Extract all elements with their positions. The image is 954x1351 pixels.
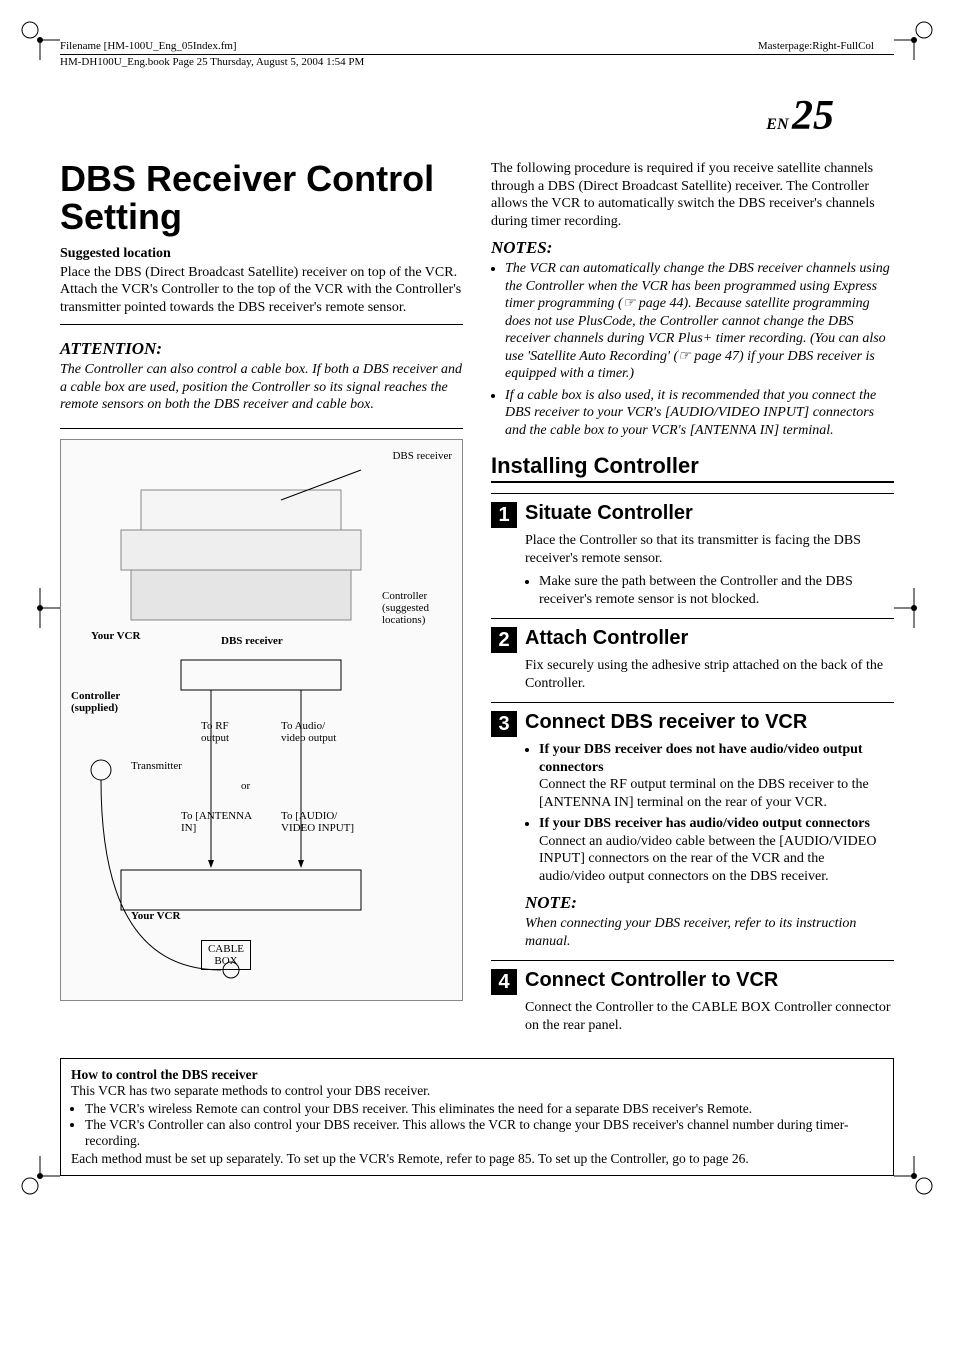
notes-label: NOTES:	[491, 238, 894, 258]
footer-bullet: The VCR's Controller can also control yo…	[85, 1117, 883, 1149]
fig-dbs-receiver: DBS receiver	[392, 450, 452, 462]
step-sub: If your DBS receiver has audio/video out…	[539, 815, 894, 885]
step-title: Connect Controller to VCR	[525, 969, 778, 992]
step-number: 4	[491, 969, 517, 995]
step-1: 1 Situate Controller Place the Controlle…	[491, 493, 894, 608]
notes-list: The VCR can automatically change the DBS…	[491, 260, 894, 439]
step-number: 2	[491, 627, 517, 653]
page-en: EN	[766, 116, 788, 133]
step-4: 4 Connect Controller to VCR Connect the …	[491, 960, 894, 1034]
cropmark-icon	[894, 1156, 934, 1196]
attention-body: The Controller can also control a cable …	[60, 361, 463, 414]
footer-head: How to control the DBS receiver	[71, 1067, 883, 1083]
cropmark-icon	[20, 1156, 60, 1196]
cropmark-icon	[894, 20, 934, 60]
step-sub-body: Connect an audio/video cable between the…	[539, 834, 876, 884]
cropmark-icon	[894, 588, 934, 628]
note-item: The VCR can automatically change the DBS…	[505, 260, 894, 383]
footer-bullet: The VCR's wireless Remote can control yo…	[85, 1101, 883, 1117]
step-sub: If your DBS receiver does not have audio…	[539, 741, 894, 811]
note-body: When connecting your DBS receiver, refer…	[525, 915, 894, 950]
step-number: 1	[491, 502, 517, 528]
page-number: EN 25	[60, 92, 834, 140]
step-title: Situate Controller	[525, 502, 693, 525]
page-num: 25	[792, 93, 834, 139]
step-sub-head: If your DBS receiver has audio/video out…	[539, 816, 870, 831]
note-item: If a cable box is also used, it is recom…	[505, 387, 894, 440]
step-bullet: Make sure the path between the Controlle…	[539, 573, 894, 608]
right-column: The following procedure is required if y…	[491, 160, 894, 1040]
step-sub-body: Connect the RF output terminal on the DB…	[539, 777, 869, 810]
step-title: Attach Controller	[525, 627, 688, 650]
suggested-location-head: Suggested location	[60, 246, 463, 262]
attention-label: ATTENTION:	[60, 339, 463, 359]
step-3: 3 Connect DBS receiver to VCR If your DB…	[491, 702, 894, 950]
step-body: Fix securely using the adhesive strip at…	[525, 657, 894, 692]
step-title: Connect DBS receiver to VCR	[525, 711, 807, 734]
left-column: DBS Receiver Control Setting Suggested l…	[60, 160, 463, 1040]
footer-intro: This VCR has two separate methods to con…	[71, 1083, 883, 1099]
section-installing-controller: Installing Controller	[491, 453, 894, 483]
step-sub-head: If your DBS receiver does not have audio…	[539, 742, 863, 775]
cropmark-icon	[20, 20, 60, 60]
footer-box: How to control the DBS receiver This VCR…	[60, 1058, 894, 1176]
step-body: Connect the Controller to the CABLE BOX …	[525, 999, 894, 1034]
step-body: Place the Controller so that its transmi…	[525, 532, 894, 567]
intro-paragraph: The following procedure is required if y…	[491, 160, 894, 230]
cropmark-icon	[20, 588, 60, 628]
main-title: DBS Receiver Control Setting	[60, 160, 463, 236]
diagram-svg	[81, 460, 401, 1000]
wiring-diagram: DBS receiver Controller (suggested locat…	[60, 439, 463, 1001]
note-label: NOTE:	[525, 893, 894, 913]
step-2: 2 Attach Controller Fix securely using t…	[491, 618, 894, 692]
header-bookinfo: HM-DH100U_Eng.book Page 25 Thursday, Aug…	[60, 54, 894, 68]
step-number: 3	[491, 711, 517, 737]
suggested-location-body: Place the DBS (Direct Broadcast Satellit…	[60, 264, 463, 317]
footer-outro: Each method must be set up separately. T…	[71, 1151, 883, 1167]
